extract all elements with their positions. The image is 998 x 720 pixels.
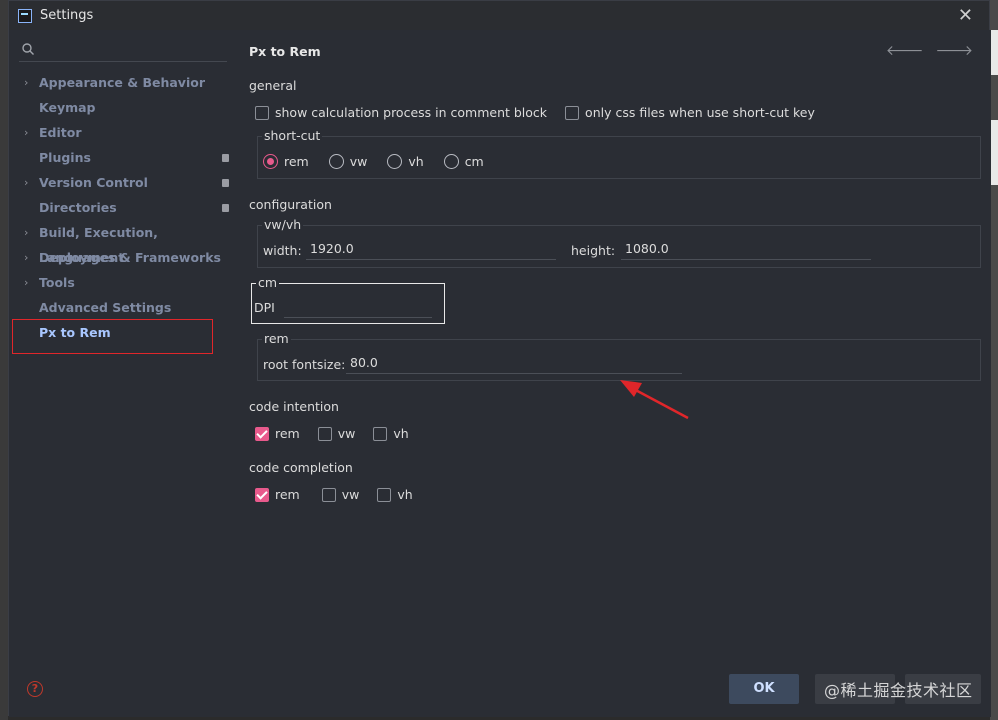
sidebar-item-keymap[interactable]: Keymap	[9, 95, 241, 120]
sidebar-item-label: Plugins	[39, 150, 91, 165]
intention-vw-label: vw	[337, 426, 356, 441]
width-label: width:	[263, 243, 302, 258]
show-calc-checkbox[interactable]	[255, 105, 269, 120]
chevron-right-icon: ›	[24, 251, 29, 264]
background-strip-right	[990, 0, 998, 720]
cm-group: cm DPI	[251, 275, 445, 324]
only-css-label: only css files when use short-cut key	[585, 105, 815, 120]
title-bar: Settings ✕	[9, 1, 989, 30]
intention-vw-checkbox[interactable]	[317, 426, 332, 441]
sidebar-item-version-control[interactable]: › Version Control	[9, 170, 241, 195]
radio-rem[interactable]	[263, 154, 278, 169]
cm-group-title: cm	[256, 275, 280, 290]
sidebar-item-label: Languages & Frameworks	[39, 250, 221, 265]
project-level-icon	[222, 154, 229, 162]
sidebar-item-label: Advanced Settings	[39, 300, 172, 315]
radio-vw-label: vw	[349, 154, 368, 169]
chevron-right-icon: ›	[24, 176, 29, 189]
sidebar-item-label: Appearance & Behavior	[39, 75, 205, 90]
radio-vh-label: vh	[408, 154, 424, 169]
sidebar-item-tools[interactable]: › Tools	[9, 270, 241, 295]
radio-vw[interactable]	[328, 154, 344, 169]
vwvh-group: vw/vh width: 1920.0 height: 1080.0	[257, 217, 981, 268]
sidebar-item-label: Keymap	[39, 100, 96, 115]
window-title: Settings	[40, 8, 94, 23]
completion-rem-checkbox[interactable]	[255, 487, 269, 502]
height-label: height:	[571, 243, 616, 258]
settings-dialog: Settings ✕ › Appearance & Behavior Keyma…	[8, 0, 991, 717]
forward-arrow-icon[interactable]: 🡒	[935, 42, 973, 59]
radio-rem-label: rem	[284, 154, 309, 169]
sidebar-item-languages[interactable]: › Languages & Frameworks	[9, 245, 241, 270]
intention-rem-checkbox[interactable]	[255, 426, 269, 441]
app-icon	[18, 8, 32, 23]
search-input[interactable]	[19, 38, 227, 62]
back-arrow-icon[interactable]: 🡐	[886, 42, 924, 59]
dpi-label: DPI	[254, 300, 275, 315]
general-options: show calculation process in comment bloc…	[255, 105, 833, 120]
ok-button[interactable]: OK	[729, 674, 799, 704]
code-intention-options: rem vw vh	[255, 426, 427, 441]
chevron-right-icon: ›	[24, 226, 29, 239]
intention-vh-label: vh	[393, 426, 409, 441]
section-code-completion: code completion	[249, 460, 353, 475]
intention-vh-checkbox[interactable]	[373, 426, 388, 441]
close-icon[interactable]: ✕	[958, 5, 973, 26]
section-code-intention: code intention	[249, 399, 339, 414]
dpi-input[interactable]	[284, 296, 432, 318]
chevron-right-icon: ›	[24, 76, 29, 89]
shortcut-radio-group: rem vw vh cm	[263, 154, 504, 169]
radio-cm-label: cm	[464, 154, 484, 169]
completion-vh-checkbox[interactable]	[377, 487, 392, 502]
search-icon	[22, 43, 34, 55]
vwvh-group-title: vw/vh	[262, 217, 304, 232]
project-level-icon	[222, 204, 229, 212]
sidebar-item-build[interactable]: › Build, Execution, Deployment	[9, 220, 241, 265]
help-icon[interactable]: ?	[27, 681, 43, 697]
sidebar-item-plugins[interactable]: Plugins	[9, 145, 241, 170]
width-input[interactable]: 1920.0	[306, 238, 556, 260]
chevron-right-icon: ›	[24, 126, 29, 139]
chevron-right-icon: ›	[24, 276, 29, 289]
height-input[interactable]: 1080.0	[621, 238, 871, 260]
intention-rem-label: rem	[275, 426, 300, 441]
highlight-annotation-box	[12, 319, 213, 354]
history-nav: 🡐 🡒	[886, 42, 973, 59]
sidebar: › Appearance & Behavior Keymap › Editor …	[9, 30, 241, 717]
show-calc-label: show calculation process in comment bloc…	[275, 105, 548, 120]
background-strip-left	[0, 0, 8, 720]
radio-cm[interactable]	[443, 154, 459, 169]
section-configuration: configuration	[249, 197, 332, 212]
settings-nav: › Appearance & Behavior Keymap › Editor …	[9, 70, 241, 345]
code-completion-options: rem vw vh	[255, 487, 431, 502]
radio-vh[interactable]	[387, 154, 403, 169]
rem-group-title: rem	[262, 331, 291, 346]
completion-vh-label: vh	[397, 487, 413, 502]
project-level-icon	[222, 179, 229, 187]
completion-vw-checkbox[interactable]	[321, 487, 336, 502]
settings-content: Px to Rem 🡐 🡒 general show calculation p…	[241, 30, 991, 717]
root-fontsize-input[interactable]: 80.0	[346, 352, 682, 374]
sidebar-item-label: Version Control	[39, 175, 148, 190]
sidebar-item-directories[interactable]: Directories	[9, 195, 241, 220]
shortcut-group: short-cut rem vw vh cm	[257, 128, 981, 179]
page-title: Px to Rem	[249, 44, 321, 59]
sidebar-item-appearance[interactable]: › Appearance & Behavior	[9, 70, 241, 95]
sidebar-item-label: Tools	[39, 275, 75, 290]
sidebar-item-label: Editor	[39, 125, 82, 140]
only-css-checkbox[interactable]	[565, 105, 580, 120]
completion-vw-label: vw	[341, 487, 360, 502]
sidebar-item-label: Directories	[39, 200, 117, 215]
annotation-arrow	[620, 380, 689, 420]
watermark-text: @稀土掘金技术社区	[824, 681, 973, 700]
shortcut-group-title: short-cut	[262, 128, 323, 143]
completion-rem-label: rem	[275, 487, 300, 502]
section-general: general	[249, 78, 297, 93]
root-fontsize-label: root fontsize:	[263, 357, 346, 372]
sidebar-item-advanced[interactable]: Advanced Settings	[9, 295, 241, 320]
sidebar-item-editor[interactable]: › Editor	[9, 120, 241, 145]
